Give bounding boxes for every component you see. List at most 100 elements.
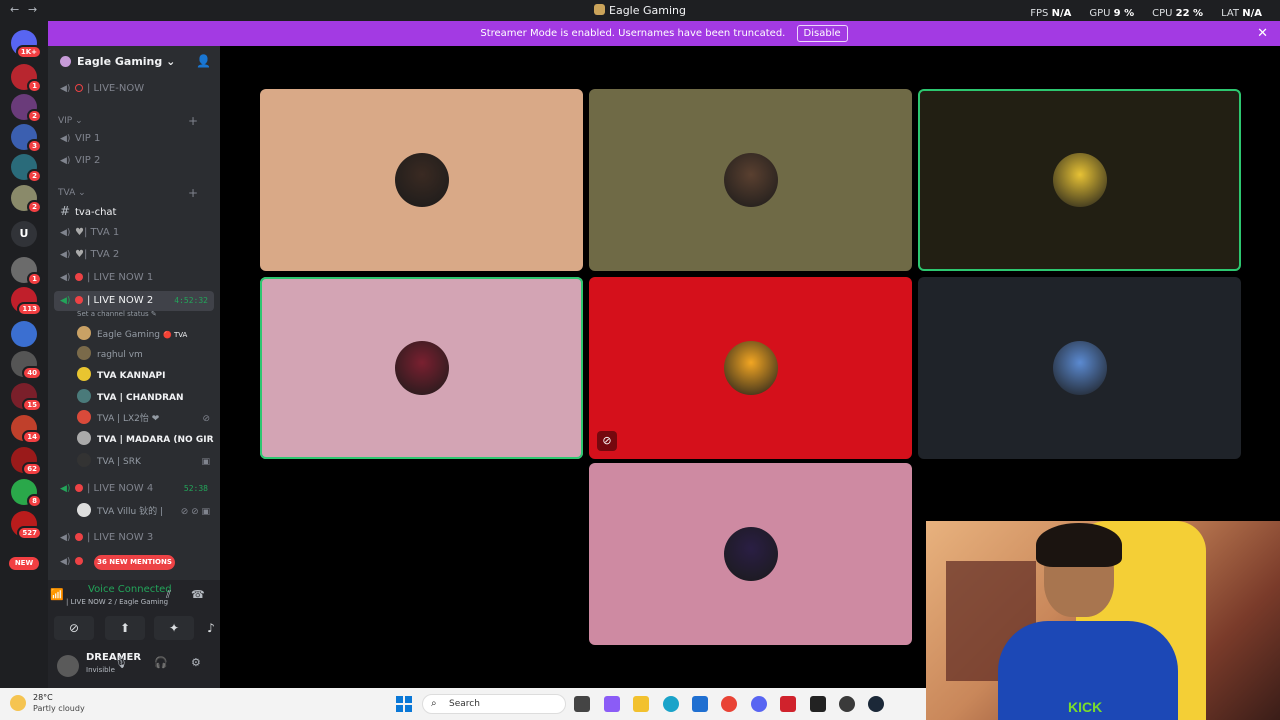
- category-vip[interactable]: VIP ⌄ +: [58, 114, 198, 128]
- acrobat-icon[interactable]: [780, 696, 796, 712]
- channel-status-prompt[interactable]: Set a channel status ✎: [77, 310, 157, 318]
- server-icon[interactable]: 2: [11, 154, 42, 183]
- server-icon[interactable]: U: [11, 221, 37, 247]
- channel-tva-2[interactable]: ◀) ♥| TVA 2: [54, 245, 214, 265]
- speaker-icon: ◀): [60, 484, 71, 494]
- capcut-icon[interactable]: [810, 696, 826, 712]
- noise-suppression-icon[interactable]: ⫽: [166, 588, 171, 602]
- avatar[interactable]: [57, 655, 79, 677]
- voice-member[interactable]: TVA Villu 钬的 | ⊘ ⊘ ▣: [77, 502, 214, 522]
- voice-member[interactable]: TVA | MADARA (NO GIR...: [77, 430, 214, 450]
- member-name: TVA | CHANDRAN: [97, 393, 184, 403]
- participant-avatar[interactable]: [723, 153, 778, 207]
- taskbar-search[interactable]: ⌕ Search: [422, 694, 566, 714]
- headset-icon[interactable]: 🎧: [154, 656, 168, 669]
- soundboard-button[interactable]: ♪: [204, 616, 218, 640]
- obs-icon[interactable]: [839, 696, 855, 712]
- mention-badge: 3: [27, 139, 42, 153]
- participant-avatar[interactable]: [394, 153, 449, 207]
- status-dot-icon: [75, 84, 83, 92]
- disconnect-icon[interactable]: ☎: [191, 588, 205, 601]
- channel-more[interactable]: ◀): [54, 552, 94, 572]
- member-name: Eagle Gaming: [97, 330, 160, 340]
- voice-connected-label[interactable]: Voice Connected: [88, 584, 172, 595]
- channel-live-now-3[interactable]: ◀) | LIVE NOW 3: [54, 528, 214, 548]
- category-tva[interactable]: TVA ⌄ +: [58, 186, 198, 200]
- discord-window: ← → Eagle Gaming FPS N/A GPU 9 % CPU 22 …: [0, 0, 1280, 720]
- mention-badge: 8: [27, 494, 42, 508]
- channel-live-now-4[interactable]: ◀) | LIVE NOW 4 52:38: [54, 479, 214, 499]
- server-icon[interactable]: 1K+: [11, 30, 42, 59]
- voice-member[interactable]: TVA | CHANDRAN: [77, 388, 214, 408]
- edge-icon[interactable]: [663, 696, 679, 712]
- signal-icon[interactable]: 📶: [50, 588, 64, 601]
- invite-people-icon[interactable]: 👤: [196, 54, 211, 68]
- start-windows-icon[interactable]: [396, 696, 412, 712]
- add-channel-icon[interactable]: +: [188, 186, 198, 200]
- server-icon[interactable]: 1: [11, 257, 42, 286]
- guild-header[interactable]: Eagle Gaming ⌄ 👤: [48, 46, 220, 78]
- file-explorer-icon[interactable]: [633, 696, 649, 712]
- participant-tile[interactable]: [260, 89, 583, 271]
- screen-share-button[interactable]: ⬆: [105, 616, 145, 640]
- server-icon[interactable]: 2: [11, 185, 42, 214]
- channel-vip-1[interactable]: ◀) VIP 1: [54, 129, 214, 149]
- discord-icon[interactable]: [751, 696, 767, 712]
- server-icon[interactable]: 113: [11, 287, 42, 316]
- server-icon[interactable]: [11, 321, 37, 347]
- participant-tile[interactable]: [918, 277, 1241, 459]
- muted-mic-icon: ⊘: [597, 431, 617, 451]
- participant-tile[interactable]: [260, 277, 583, 459]
- channel-live-now[interactable]: ◀) | LIVE-NOW: [54, 79, 214, 99]
- voice-member[interactable]: Eagle Gaming 🔴 TVA: [77, 325, 214, 345]
- disable-streamer-mode-button[interactable]: Disable: [796, 25, 848, 42]
- voice-member[interactable]: TVA KANNAPI: [77, 366, 214, 386]
- participant-tile[interactable]: [589, 89, 912, 271]
- camera-off-button[interactable]: ⊘: [54, 616, 94, 640]
- participant-avatar[interactable]: [394, 341, 449, 395]
- task-view-icon[interactable]: [574, 696, 590, 712]
- activities-button[interactable]: ✦: [154, 616, 194, 640]
- settings-gear-icon[interactable]: ⚙: [191, 656, 201, 669]
- server-icon[interactable]: 40: [11, 351, 42, 380]
- server-icon[interactable]: 8: [11, 479, 42, 508]
- close-banner-icon[interactable]: ✕: [1257, 21, 1268, 46]
- server-icon[interactable]: 14: [11, 415, 42, 444]
- member-name: TVA | SRK: [97, 457, 141, 467]
- server-icon[interactable]: 3: [11, 124, 42, 153]
- new-mentions-pill[interactable]: 36 NEW MENTIONS: [94, 555, 175, 570]
- steam-icon[interactable]: [868, 696, 884, 712]
- mic-icon[interactable]: 🎙: [114, 656, 128, 669]
- server-icon[interactable]: 1: [11, 64, 42, 93]
- server-icon[interactable]: 2: [11, 94, 42, 123]
- chrome-icon[interactable]: [721, 696, 737, 712]
- voice-location[interactable]: | LIVE NOW 2 / Eagle Gaming: [66, 598, 168, 606]
- server-icon[interactable]: 527: [11, 511, 42, 540]
- participant-tile[interactable]: [918, 89, 1241, 271]
- person-hair: [1036, 523, 1122, 567]
- voice-member[interactable]: TVA | LX2怡 ❤ ⊘: [77, 409, 214, 429]
- voice-member[interactable]: raghul vm: [77, 345, 214, 365]
- store-icon[interactable]: [692, 696, 708, 712]
- participant-avatar[interactable]: [1052, 341, 1107, 395]
- copilot-icon[interactable]: [604, 696, 620, 712]
- participant-tile[interactable]: ⊘: [589, 277, 912, 459]
- participant-avatar[interactable]: [1052, 153, 1107, 207]
- server-icon[interactable]: 62: [11, 447, 42, 476]
- speaker-icon: ◀): [60, 228, 71, 238]
- channel-vip-2[interactable]: ◀) VIP 2: [54, 151, 214, 171]
- participant-avatar[interactable]: [723, 341, 778, 395]
- member-tag: 🔴 TVA: [163, 331, 188, 339]
- channel-tva-1[interactable]: ◀) ♥| TVA 1: [54, 223, 214, 243]
- guild-name[interactable]: Eagle Gaming ⌄: [77, 55, 175, 68]
- voice-member[interactable]: TVA | SRK ▣: [77, 452, 214, 472]
- participant-avatar[interactable]: [723, 527, 778, 581]
- add-channel-icon[interactable]: +: [188, 114, 198, 128]
- server-icon[interactable]: 15: [11, 383, 42, 412]
- new-servers-pill[interactable]: NEW: [9, 557, 39, 570]
- mention-badge: 2: [27, 109, 42, 123]
- participant-tile[interactable]: [589, 463, 912, 645]
- channel-live-now-1[interactable]: ◀) | LIVE NOW 1: [54, 268, 214, 288]
- channel-tva-chat[interactable]: # tva-chat: [54, 201, 214, 221]
- channel-live-now-2[interactable]: ◀) | LIVE NOW 2 4:52:32: [54, 291, 214, 311]
